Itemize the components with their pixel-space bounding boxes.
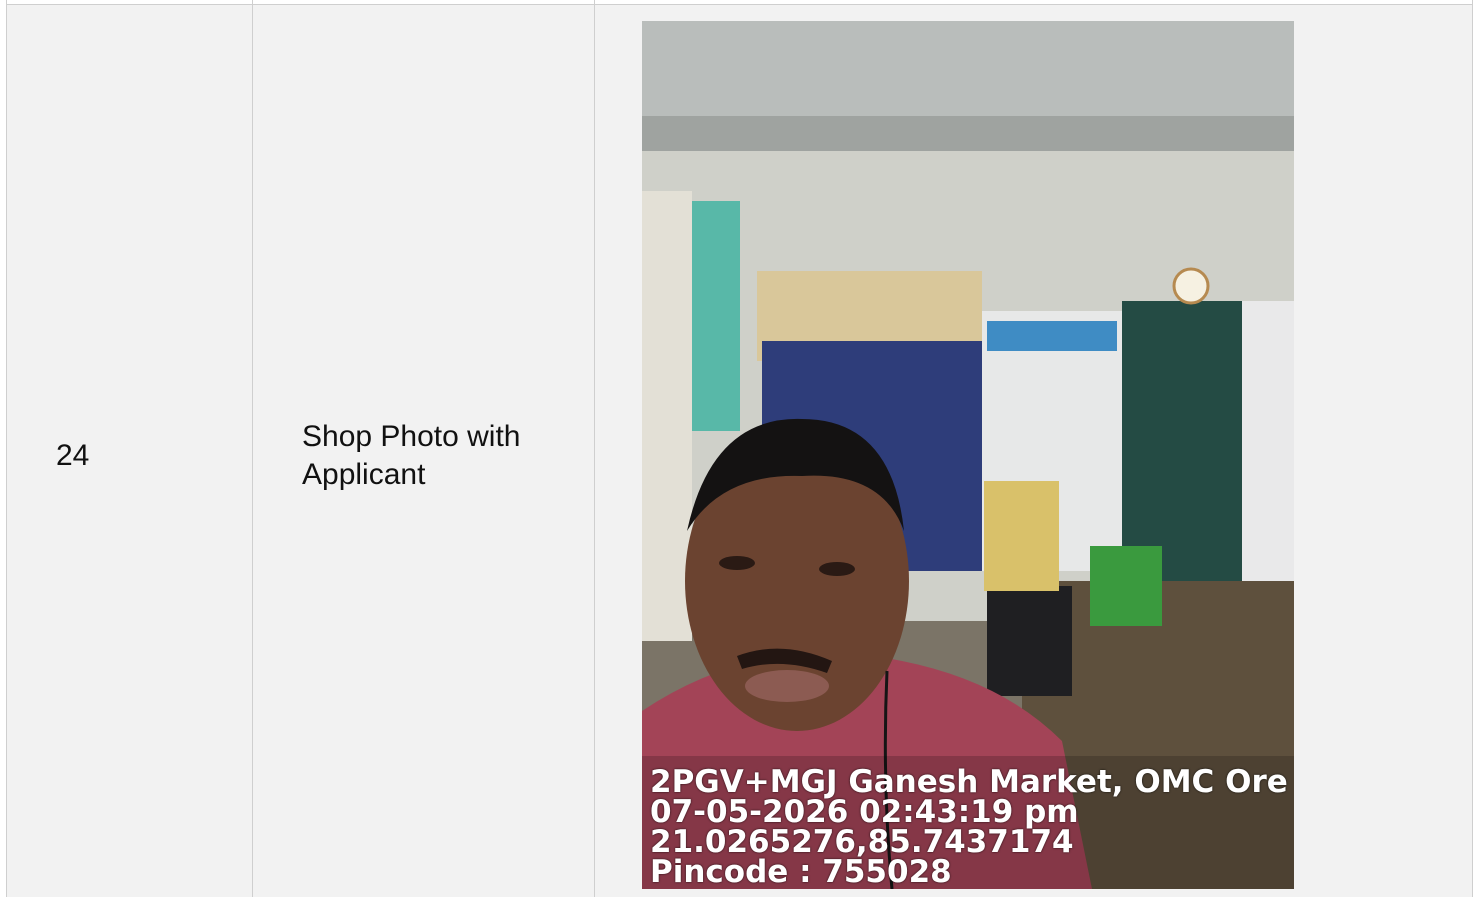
serial-number-cell: 24 [56, 439, 90, 472]
row-divider [7, 4, 1472, 5]
shop-photo-with-applicant: 2PGV+MGJ Ganesh Market, OMC Ore Min 07-0… [642, 21, 1294, 889]
column-divider [252, 0, 253, 897]
shop-photo-image [642, 21, 1294, 889]
photo-geotag-overlay: 2PGV+MGJ Ganesh Market, OMC Ore Min 07-0… [650, 764, 1294, 889]
geotag-coordinates: 21.0265276,85.7437174 [650, 824, 1074, 860]
document-label-cell: Shop Photo with Applicant [302, 418, 520, 494]
document-label-line-2: Applicant [302, 458, 426, 491]
column-divider [594, 0, 595, 897]
geotag-address: 2PGV+MGJ Ganesh Market, OMC Ore Min [650, 764, 1294, 800]
document-label-line-1: Shop Photo with [302, 420, 521, 453]
geotag-datetime: 07-05-2026 02:43:19 pm [650, 794, 1079, 830]
geotag-pincode: Pincode : 755028 [650, 854, 952, 889]
